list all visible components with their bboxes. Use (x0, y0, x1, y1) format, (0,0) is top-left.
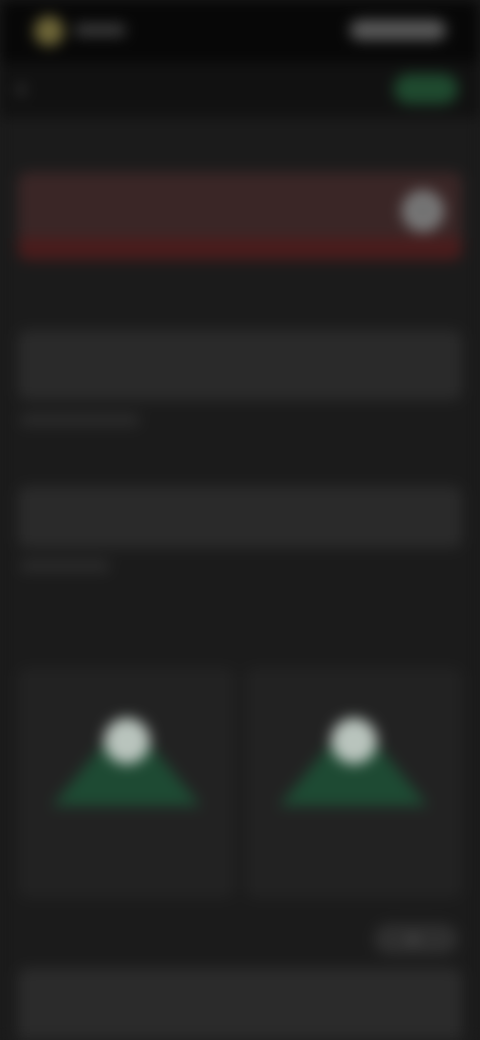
more-field[interactable] (18, 968, 462, 1040)
tags-input[interactable] (36, 507, 402, 527)
app-logo-icon (34, 16, 64, 46)
close-icon: × (417, 199, 429, 222)
description-field[interactable] (18, 330, 462, 400)
add-button[interactable]: + (374, 924, 458, 954)
chevron-left-icon: ‹ (18, 78, 25, 100)
person-icon (330, 718, 377, 764)
person-icon (103, 718, 150, 764)
image-cards (18, 668, 462, 898)
status-bar (0, 0, 480, 62)
name-field[interactable]: × (18, 172, 462, 260)
clear-button[interactable]: × (402, 190, 444, 232)
description-input[interactable] (36, 355, 402, 375)
description-hint (20, 414, 140, 426)
save-button[interactable] (394, 74, 458, 104)
back-button[interactable]: ‹ (18, 78, 33, 101)
name-input[interactable] (36, 198, 402, 218)
screen: ‹ × + (0, 0, 480, 1040)
status-indicators (350, 20, 446, 40)
image-card[interactable] (18, 668, 235, 898)
tags-field[interactable] (18, 486, 462, 548)
tags-hint (20, 560, 110, 572)
image-card[interactable] (245, 668, 462, 898)
error-indicator (18, 238, 462, 260)
status-brand (74, 24, 126, 36)
plus-icon: + (408, 931, 418, 947)
header: ‹ (0, 62, 480, 118)
